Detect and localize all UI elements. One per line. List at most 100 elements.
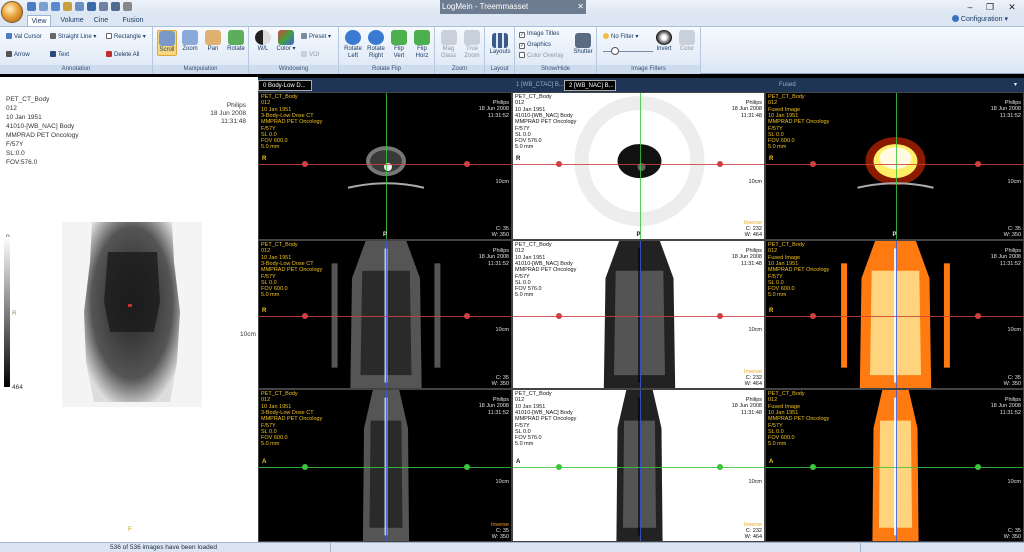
straight-line-button[interactable]: Straight Line ▾ [50,33,96,41]
crosshair-handle[interactable] [464,312,471,319]
shutter-button[interactable]: Shutter [571,33,595,56]
open-icon[interactable] [51,2,60,11]
ribbon-tab-row: View Volume Cine Fusion Configuration ▾ [0,14,1024,26]
filter-color-label: Color [679,46,695,52]
delete-all-button[interactable]: Delete All [106,51,139,59]
pan-button[interactable]: Pan [203,30,223,53]
flip-vert-button[interactable]: Flip Vert [388,30,410,60]
crosshair-handle[interactable] [809,312,816,319]
crosshair-handle[interactable] [555,161,562,168]
voi-button[interactable]: VOI [301,51,319,59]
viewport-fused-coronal[interactable]: PET_CT_Body 012 Fused Image 10 Jan 1951 MMPR… [765,240,1024,389]
viewport-fused-axial[interactable]: PET_CT_Body 012 Fused Image 10 Jan 1951 MMPR… [765,92,1024,240]
text-button[interactable]: Text [50,51,69,59]
rotate-button[interactable]: Rotate [225,30,247,53]
viewport-fused-sagittal[interactable]: PET_CT_Body 012 Fused Image 10 Jan 1951 MMPR… [765,389,1024,542]
crosshair-vertical[interactable] [386,93,387,239]
filter-slider-thumb[interactable] [611,47,619,55]
crosshair-handle[interactable] [809,463,816,470]
viewport-ct-coronal[interactable]: PET_CT_Body 012 10 Jan 1951 3-Body-Low Dose… [258,240,512,389]
graphics-checkbox[interactable]: ✓ Graphics [519,41,551,49]
crosshair-vertical[interactable] [895,390,897,541]
crosshair-handle[interactable] [975,463,982,470]
color-overlay-checkbox[interactable]: Color Overlay [519,52,564,60]
crosshair-handle[interactable] [464,463,471,470]
tab-series-fused[interactable]: Fused [775,80,835,91]
crosshair-handle[interactable] [301,463,308,470]
show-hide-group: ✓ Image Titles ✓ Graphics Color Overlay Sh… [515,27,597,74]
true-zoom-button[interactable]: True Zoom [461,30,483,60]
viewport-ct-axial[interactable]: PET_CT_Body 012 10 Jan 1951 3-Body-Low Dose… [258,92,512,240]
graphics-label: Graphics [527,42,552,48]
status-divider [330,543,331,552]
mip-panel[interactable]: PET_CT_Body 012 10 Jan 1951 41010-[WB_NA… [0,77,258,542]
crosshair-handle[interactable] [555,312,562,319]
viewport-pet-coronal[interactable]: PET_CT_Body 012 10 Jan 1951 41010-[WB_NAC] … [512,240,765,389]
image-titles-checkbox[interactable]: ✓ Image Titles [519,30,559,38]
color-button[interactable]: Color ▾ [276,30,296,53]
arrow-button[interactable]: Arrow [6,51,30,59]
layouts-button[interactable]: Layouts [488,33,512,56]
filter-color-button[interactable]: Color [676,30,698,53]
crosshair-handle[interactable] [301,312,308,319]
save-icon[interactable] [27,2,36,11]
mag-glass-button[interactable]: Mag Glass [438,30,459,60]
tools-icon[interactable] [99,2,108,11]
crosshair-vertical[interactable] [639,93,641,239]
overlay-right-line: 11:31:48 [740,409,762,416]
crosshair-vertical[interactable] [386,390,387,541]
viewport-ct-sagittal[interactable]: PET_CT_Body 012 10 Jan 1951 3-Body-Low Dose… [258,389,512,542]
crosshair-handle[interactable] [809,161,816,168]
rotate-flip-group-label: Rotate Flip [339,65,434,74]
tab-series-2[interactable]: 2 [WB_NAC] B... [564,80,616,91]
rotate-right-button[interactable]: Rotate Right [365,30,387,60]
rotate-icon [228,30,244,45]
export-icon[interactable] [75,2,84,11]
tab-volume[interactable]: Volume [58,15,86,26]
crosshair-handle[interactable] [555,463,562,470]
invert-button[interactable]: Invert [653,30,675,53]
flip-horz-label-2: Horz [415,53,429,59]
crosshair-handle[interactable] [975,312,982,319]
close-session-icon[interactable]: ✕ [577,0,584,14]
tab-series-1[interactable]: 1 [WB_CTAC] B... [512,80,564,91]
mip-line-1: 012 [6,105,17,112]
mip-scale-bottom: 464 [12,384,23,391]
settings-icon[interactable] [123,2,132,11]
crosshair-handle[interactable] [301,161,308,168]
crosshair-vertical[interactable] [639,241,641,388]
tab-view[interactable]: View [27,15,51,26]
preset-button[interactable]: Preset ▾ [301,33,331,41]
window-width-label: W: 350 [491,534,509,540]
rectangle-button[interactable]: Rectangle ▾ [106,33,146,41]
scroll-button[interactable]: Scroll [157,30,177,56]
application-menu-button[interactable] [1,1,23,23]
search-icon[interactable] [87,2,96,11]
close-button[interactable]: ✕ [1004,1,1020,13]
status-message: 536 of 536 images have been loaded [110,544,217,551]
val-cursor-button[interactable]: Val Cursor [6,33,42,41]
crosshair-vertical[interactable] [895,93,897,239]
camera-icon[interactable] [111,2,120,11]
overlay-right-line: 11:31:48 [740,260,762,267]
no-filter-dropdown[interactable]: No Filter ▾ [603,33,638,41]
configuration-menu[interactable]: Configuration ▾ [951,15,1008,25]
flip-horz-button[interactable]: Flip Horz [411,30,433,60]
tab-cine[interactable]: Cine [90,15,112,26]
rotate-left-button[interactable]: Rotate Left [342,30,364,60]
zoom-button[interactable]: Zoom [180,30,200,53]
crosshair-vertical[interactable] [386,241,387,388]
rotate-right-label-2: Right [368,53,383,59]
viewport-pet-axial[interactable]: PET_CT_Body 012 10 Jan 1951 41010-[WB_NAC] … [512,92,765,240]
restore-button[interactable]: ❐ [982,1,998,13]
tab-fusion[interactable]: Fusion [118,15,148,26]
chevron-down-icon[interactable]: ▾ [1010,80,1022,91]
crosshair-vertical[interactable] [639,390,641,541]
print-icon[interactable] [39,2,48,11]
tab-series-0[interactable]: 0 Body-Low D... [258,80,312,91]
folder-icon[interactable] [63,2,72,11]
viewport-pet-sagittal[interactable]: PET_CT_Body 012 10 Jan 1951 41010-[WB_NAC] … [512,389,765,542]
crosshair-vertical[interactable] [895,241,897,388]
minimize-button[interactable]: – [962,1,978,13]
window-level-button[interactable]: W/L [253,30,273,53]
